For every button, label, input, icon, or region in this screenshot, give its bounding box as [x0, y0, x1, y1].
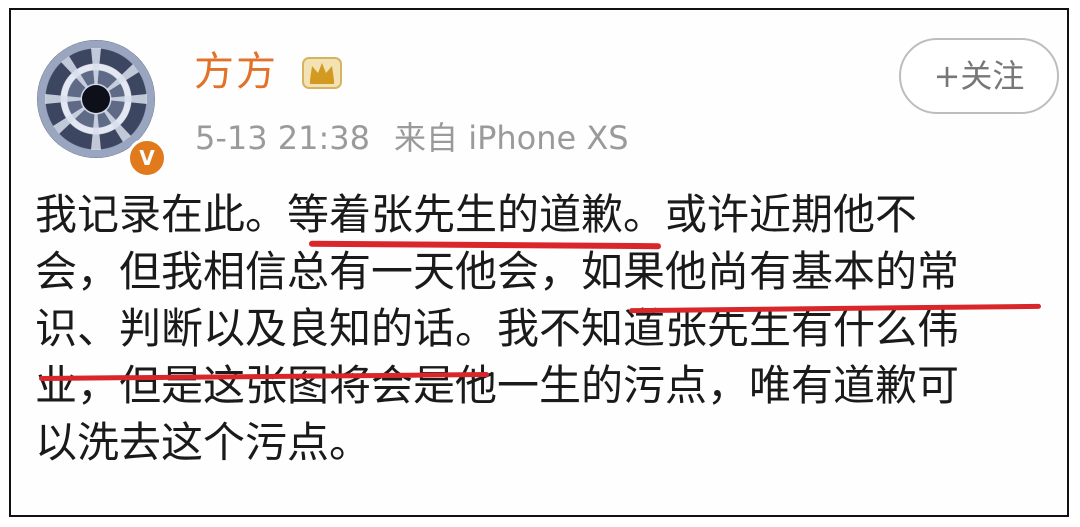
user-avatar[interactable]: V — [37, 40, 167, 178]
post-time: 5-13 21:38 — [195, 119, 371, 157]
user-name[interactable]: 方方 — [194, 48, 278, 96]
highlighted-text: 如果他尚有基本的常 — [581, 247, 960, 296]
post-text: 我记录在此。等着张先生的道歉。或许近期他不 会，但我相信总有一天他会，如果他尚有… — [35, 186, 1055, 471]
text-span: 会，但我相信总有一天他会， — [35, 247, 582, 296]
text-span: 我记录在此。 — [35, 190, 288, 239]
verified-badge: V — [127, 138, 167, 178]
highlighted-text: 识、判断以及良知的话 — [35, 304, 456, 353]
text-span: 。或许近期他不 — [623, 190, 918, 239]
text-span: 业，但是这张图将会是他一生的污点，唯有道歉可 — [35, 361, 960, 410]
text-span: 以洗去这个污点。 — [35, 418, 372, 467]
follow-button[interactable]: +关注 — [899, 38, 1059, 114]
post-line: 会，但我相信总有一天他会，如果他尚有基本的常 — [35, 243, 1055, 300]
post-line: 我记录在此。等着张先生的道歉。或许近期他不 — [35, 186, 1055, 243]
post-line: 业，但是这张图将会是他一生的污点，唯有道歉可 — [35, 357, 1055, 414]
crown-icon — [302, 57, 342, 89]
post-line: 以洗去这个污点。 — [35, 414, 1055, 471]
weibo-post-card: V 方方 5-13 21:38 来自 iPhone XS +关注 我记录在此。等着… — [9, 8, 1069, 517]
post-source[interactable]: 来自 iPhone XS — [394, 119, 629, 157]
highlighted-text: 等着张先生的道歉 — [287, 190, 624, 239]
post-meta: 5-13 21:38 来自 iPhone XS — [195, 118, 629, 158]
